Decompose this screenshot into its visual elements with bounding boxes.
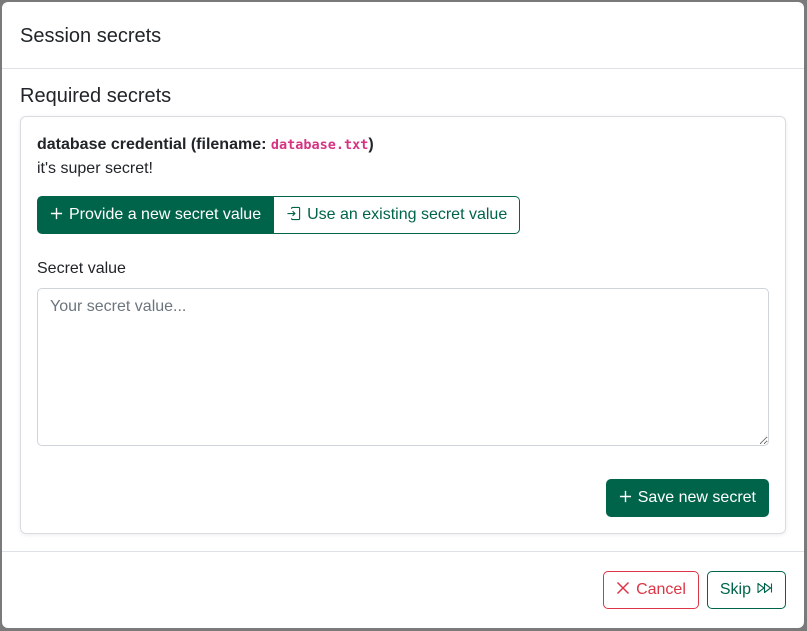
session-secrets-modal: Session secrets Required secrets databas… [2,2,804,628]
secret-description: it's super secret! [37,160,153,177]
provide-new-secret-label: Provide a new secret value [69,206,262,223]
cancel-button[interactable]: Cancel [603,571,699,609]
plus-icon [619,490,632,507]
skip-forward-icon [757,582,773,598]
secret-value-input[interactable] [37,288,769,446]
provide-new-secret-button[interactable]: Provide a new secret value [37,196,275,234]
use-existing-secret-label: Use an existing secret value [307,206,508,223]
secret-name-prefix: database credential (filename: [37,136,271,153]
save-new-secret-button[interactable]: Save new secret [605,479,769,517]
skip-label: Skip [719,581,751,598]
use-existing-secret-button[interactable]: Use an existing secret value [274,196,521,234]
secret-name: database credential (filename: database.… [37,135,769,155]
modal-title: Session secrets [20,24,162,47]
secret-value-label: Secret value [37,260,126,277]
plus-icon [50,207,63,224]
section-title: Required secrets [20,85,172,107]
modal-header: Session secrets [2,2,804,69]
secret-name-suffix: ) [368,136,374,153]
secret-filename: database.txt [270,137,369,153]
x-icon [616,581,630,599]
secret-card: database credential (filename: database.… [20,116,786,534]
import-icon [286,206,301,225]
modal-footer: Cancel Skip [2,551,804,628]
skip-button[interactable]: Skip [706,571,786,609]
secret-mode-toggle: Provide a new secret value Use an existi… [37,196,521,234]
save-row: Save new secret [605,479,769,517]
cancel-label: Cancel [636,581,686,598]
modal-body: Required secrets database credential (fi… [2,69,804,534]
save-new-secret-label: Save new secret [637,489,756,506]
